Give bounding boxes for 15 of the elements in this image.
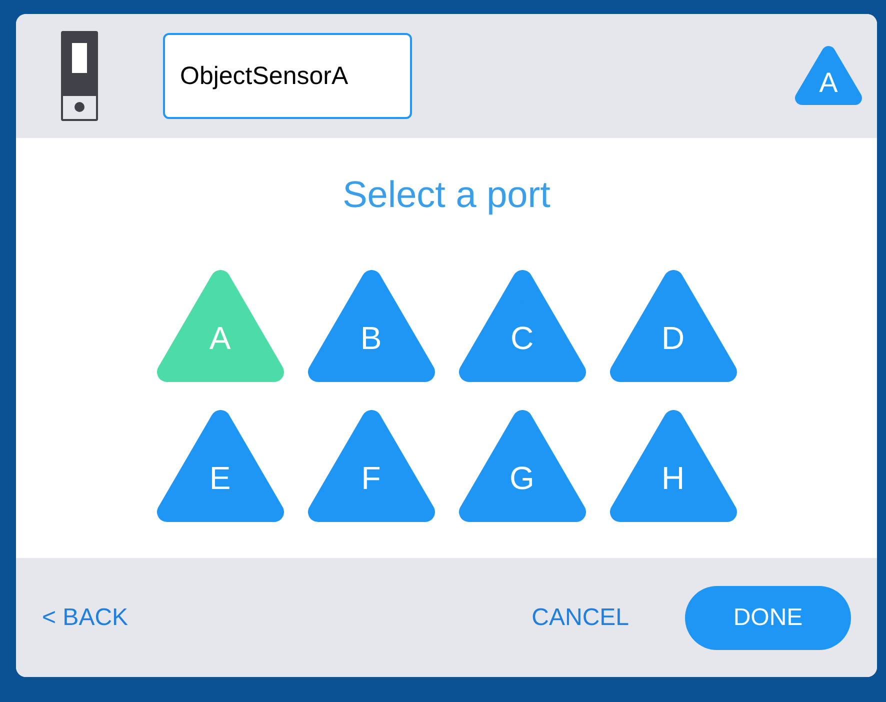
port-button[interactable]: A (156, 269, 284, 383)
port-button[interactable]: F (308, 409, 434, 523)
port-button[interactable]: H (610, 409, 736, 523)
current-port-badge: A (795, 45, 862, 106)
dialog-title: Select a port (342, 176, 550, 213)
port-button[interactable]: C (458, 269, 586, 383)
device-name-field[interactable]: ObjectSensorA (163, 33, 412, 119)
done-button[interactable]: DONE (685, 586, 851, 650)
port-button[interactable]: G (458, 409, 586, 523)
sensor-device-icon (60, 30, 99, 122)
cancel-button[interactable]: CANCEL (532, 600, 629, 636)
back-button[interactable]: < BACK (42, 600, 128, 636)
port-button[interactable]: D (610, 269, 736, 383)
port-button[interactable]: E (156, 409, 284, 523)
port-button[interactable]: B (308, 269, 434, 383)
